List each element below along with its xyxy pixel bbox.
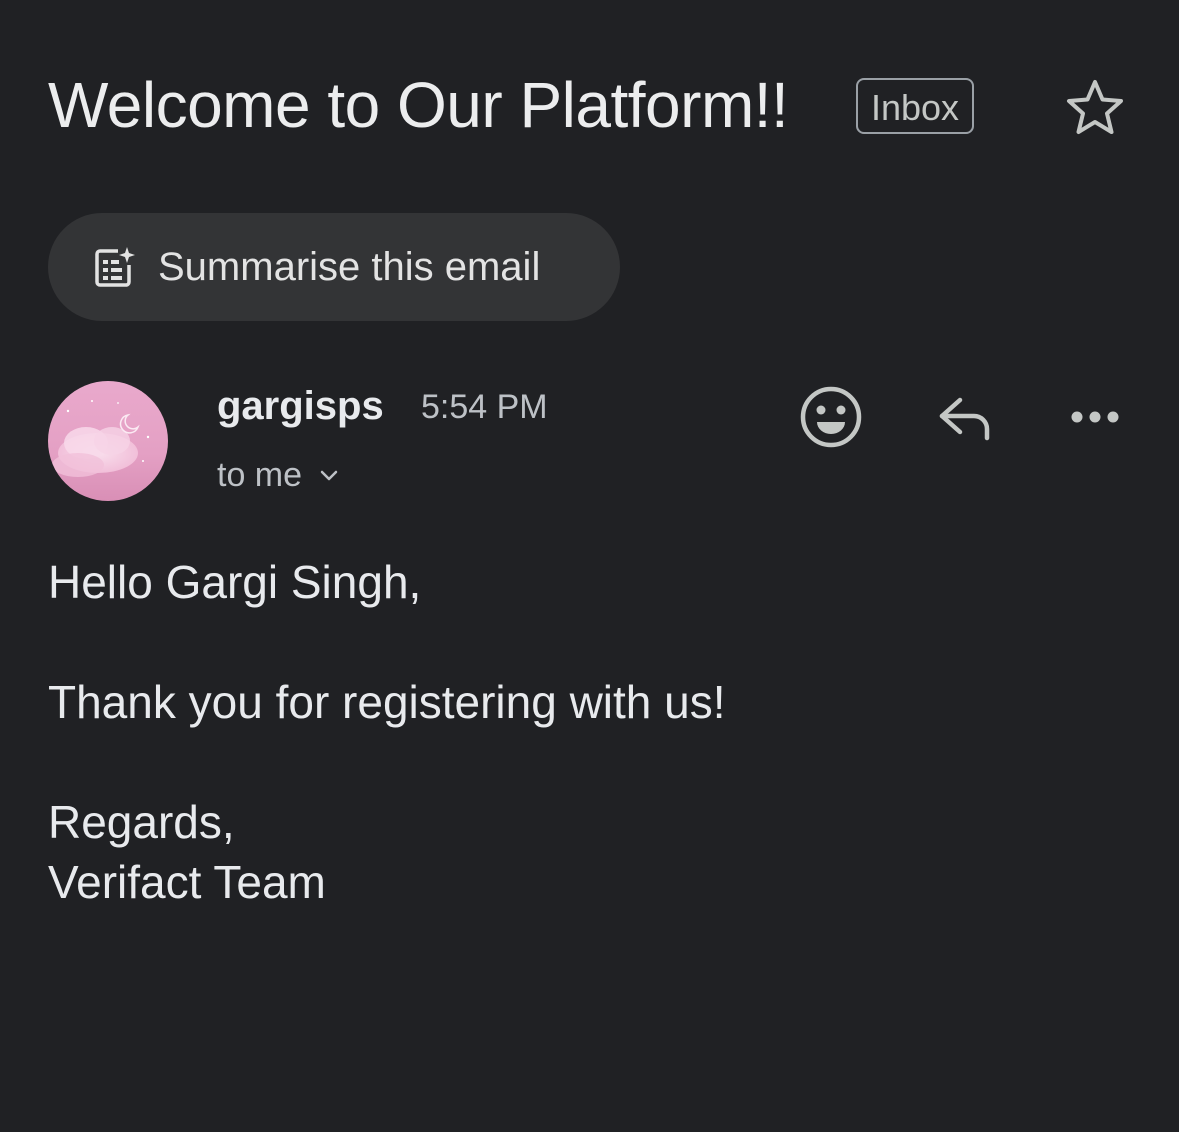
body-greeting: Hello Gargi Singh, [48, 556, 422, 608]
chevron-down-icon [320, 470, 338, 480]
summarise-label: Summarise this email [158, 244, 541, 289]
summarise-icon [95, 247, 135, 287]
more-options-icon[interactable] [1060, 382, 1130, 452]
emoji-reaction-icon[interactable] [796, 382, 866, 452]
sender-name[interactable]: gargisps [217, 384, 384, 429]
recipient-label: to me [217, 456, 303, 494]
recipient-details-toggle[interactable]: to me [217, 456, 342, 495]
reply-icon[interactable] [928, 382, 998, 452]
sender-avatar[interactable] [48, 381, 168, 501]
body-signature: Verifact Team [48, 856, 326, 908]
body-message: Thank you for registering with us! [48, 676, 726, 728]
star-icon[interactable] [1063, 76, 1127, 140]
email-subject: Welcome to Our Platform!! [48, 69, 789, 141]
summarise-email-button[interactable]: Summarise this email [48, 213, 620, 321]
inbox-label-chip[interactable]: Inbox [856, 78, 974, 134]
subject-row: Welcome to Our Platform!! Inbox [48, 62, 1138, 152]
sent-time: 5:54 PM [421, 388, 548, 426]
email-body: Hello Gargi Singh, Thank you for registe… [48, 552, 726, 912]
body-closing: Regards, [48, 796, 235, 848]
